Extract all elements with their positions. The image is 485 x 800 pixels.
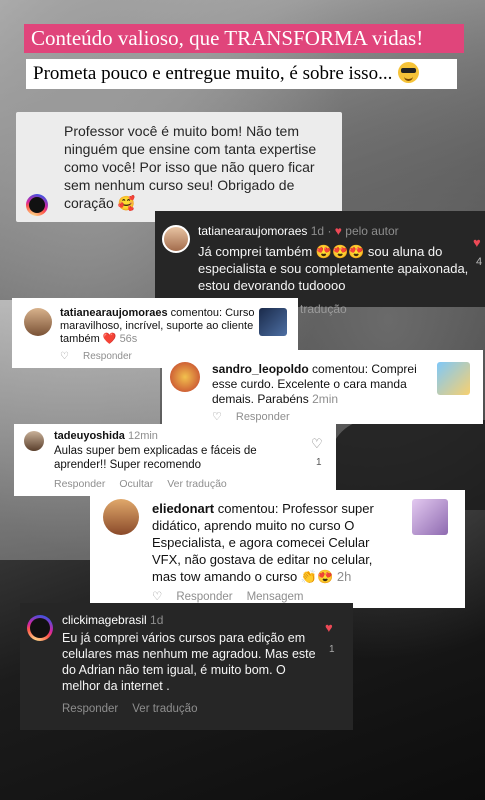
message-button[interactable]: Mensagem: [247, 591, 304, 603]
comment-text: eliedonart comentou: Professor super did…: [152, 500, 392, 585]
reply-button[interactable]: Responder: [62, 703, 118, 715]
translate-button[interactable]: Ver tradução: [167, 478, 227, 490]
reply-button[interactable]: Responder: [54, 478, 105, 490]
action-text: comentou:: [312, 362, 369, 376]
headline-banner: Conteúdo valioso, que TRANSFORMA vidas!: [24, 24, 464, 53]
comment-actions: ♡ Responder: [212, 410, 304, 423]
like-heart-icon[interactable]: ♥: [325, 620, 333, 635]
comment-actions: ♡ Responder Mensagem: [152, 589, 317, 603]
reply-button[interactable]: Responder: [236, 411, 290, 423]
post-thumbnail[interactable]: [259, 308, 287, 336]
avatar[interactable]: [162, 225, 190, 253]
timestamp: 2h: [336, 569, 352, 584]
username[interactable]: tatianearaujomoraes: [60, 307, 168, 319]
like-heart-icon[interactable]: ♥: [473, 235, 481, 250]
separator: ·: [327, 224, 332, 238]
avatar[interactable]: [103, 499, 139, 535]
like-heart-icon[interactable]: ♡: [311, 436, 323, 452]
username[interactable]: clickimagebrasil: [62, 613, 147, 627]
comment-text: tatianearaujomoraes comentou: Curso mara…: [60, 307, 260, 346]
comment-actions: Responder Ocultar Ver tradução: [54, 478, 241, 490]
timestamp: 1d: [150, 613, 164, 627]
like-count: 4: [476, 256, 483, 268]
username[interactable]: sandro_leopoldo: [212, 362, 309, 376]
dm-message-card: Professor você é muito bom! Não tem ning…: [16, 112, 342, 222]
sunglasses-emoji-icon: [398, 62, 420, 83]
reply-button[interactable]: Responder: [83, 351, 132, 362]
avatar[interactable]: [24, 308, 52, 336]
comment-header: tatianearaujomoraes 1d · ♥ pelo autor: [198, 224, 399, 238]
timestamp: 2min: [312, 392, 339, 406]
comment-header: clickimagebrasil 1d: [62, 613, 163, 627]
comment-text: Eu já comprei vários cursos para edição …: [62, 631, 316, 693]
author-tag: pelo autor: [345, 224, 399, 238]
hide-button[interactable]: Ocultar: [119, 478, 153, 490]
post-thumbnail[interactable]: [412, 499, 448, 535]
subheadline-text: Prometa pouco e entregue muito, é sobre …: [33, 63, 393, 84]
comment-card-clickimage: clickimagebrasil 1d Eu já comprei vários…: [20, 603, 353, 730]
heart-icon: ♥: [334, 224, 342, 238]
action-text: comentou:: [170, 307, 223, 319]
timestamp: 1d: [310, 224, 325, 238]
timestamp: 12min: [127, 430, 158, 442]
card2-translate-link[interactable]: tradução: [300, 302, 347, 316]
comment-header: tadeuyoshida 12min: [54, 430, 158, 442]
avatar[interactable]: [27, 615, 53, 641]
subheadline-banner: Prometa pouco e entregue muito, é sobre …: [26, 59, 457, 89]
avatar[interactable]: [170, 362, 200, 392]
instagram-avatar-icon: [26, 194, 48, 216]
like-count: 1: [329, 644, 335, 655]
username[interactable]: eliedonart: [152, 501, 214, 516]
heart-outline-icon[interactable]: ♡: [152, 591, 162, 603]
username[interactable]: tatianearaujomoraes: [198, 224, 307, 238]
comment-text: sandro_leopoldo comentou: Comprei esse c…: [212, 362, 432, 407]
comment-notification-eliedon: eliedonart comentou: Professor super did…: [90, 490, 465, 608]
comment-card-tatiane-reply: tatianearaujomoraes 1d · ♥ pelo autor Já…: [155, 211, 485, 307]
timestamp: 56s: [119, 333, 138, 345]
comment-actions: Responder Ver tradução: [62, 703, 211, 715]
comment-text: Já comprei também 😍😍😍 sou aluna do espec…: [198, 244, 469, 293]
translate-button[interactable]: Ver tradução: [132, 703, 197, 715]
reply-button[interactable]: Responder: [176, 591, 232, 603]
comment-actions: ♡ Responder: [60, 351, 146, 362]
like-count: 1: [316, 457, 322, 468]
username[interactable]: tadeuyoshida: [54, 430, 125, 442]
message-text: Professor você é muito bom! Não tem ning…: [64, 123, 317, 211]
comment-notification-sandro: sandro_leopoldo comentou: Comprei esse c…: [162, 350, 483, 424]
heart-outline-icon[interactable]: ♡: [212, 411, 222, 423]
post-thumbnail[interactable]: [437, 362, 470, 395]
action-text: comentou:: [217, 501, 279, 516]
comment-text: Aulas super bem explicadas e fáceis de a…: [54, 445, 257, 471]
avatar[interactable]: [24, 431, 44, 451]
comment-card-tadeu: tadeuyoshida 12min Aulas super bem expli…: [14, 424, 336, 496]
heart-outline-icon[interactable]: ♡: [60, 351, 69, 362]
